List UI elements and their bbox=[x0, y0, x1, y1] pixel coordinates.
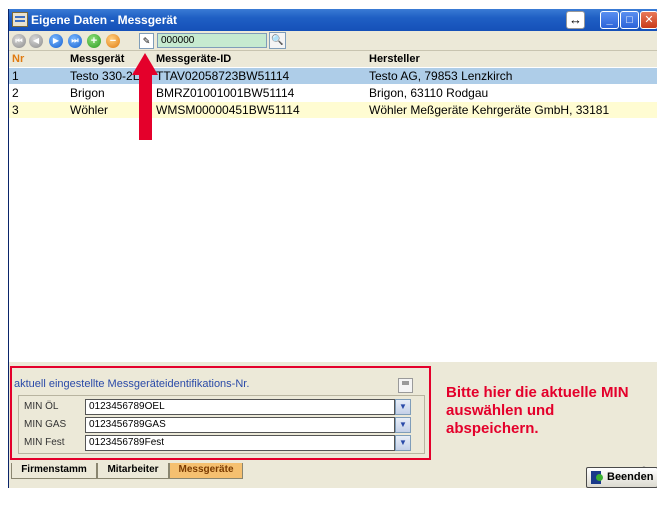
cell-hersteller: Brigon, 63110 Rodgau bbox=[369, 86, 489, 100]
red-arrow-shaft bbox=[139, 75, 152, 140]
cell-messgeraete-id: BMRZ01001001BW51114 bbox=[156, 86, 295, 100]
table-row[interactable]: 3 Wöhler WMSM00000451BW51114 Wöhler Meßg… bbox=[9, 102, 657, 118]
tab-messgeraete[interactable]: Messgeräte bbox=[169, 463, 243, 479]
cell-hersteller: Testo AG, 79853 Lenzkirch bbox=[369, 69, 513, 83]
panel-title: aktuell eingestellte Messgeräteidentifik… bbox=[14, 378, 250, 390]
min-fest-select[interactable]: 0123456789Fest bbox=[85, 435, 395, 451]
app-window: Eigene Daten - Messgerät ↔ _ □ ✕ ⏮ ◀ ▶ ⏭… bbox=[8, 9, 657, 488]
table-row[interactable]: 1 Testo 330-2L TTAV02058723BW51114 Testo… bbox=[9, 68, 657, 84]
min-group: MIN ÖL 0123456789OEL ▼ MIN GAS 012345678… bbox=[18, 395, 425, 454]
exit-icon bbox=[591, 471, 604, 484]
header-nr[interactable]: Nr bbox=[12, 53, 24, 65]
min-row-oel: MIN ÖL 0123456789OEL ▼ bbox=[19, 399, 419, 416]
close-button[interactable]: ✕ bbox=[640, 11, 657, 29]
header-hersteller[interactable]: Hersteller bbox=[369, 53, 420, 65]
min-gas-select[interactable]: 0123456789GAS bbox=[85, 417, 395, 433]
cell-messgeraete-id: WMSM00000451BW51114 bbox=[156, 103, 300, 117]
search-input[interactable]: 000000 bbox=[157, 33, 267, 48]
min-label: MIN GAS bbox=[24, 419, 67, 430]
min-row-gas: MIN GAS 0123456789GAS ▼ bbox=[19, 417, 419, 434]
delete-record-icon[interactable]: − bbox=[106, 34, 120, 48]
cell-nr: 2 bbox=[12, 86, 19, 100]
cell-nr: 1 bbox=[12, 69, 19, 83]
tab-firmenstamm[interactable]: Firmenstamm bbox=[11, 463, 97, 479]
min-oel-select[interactable]: 0123456789OEL bbox=[85, 399, 395, 415]
beenden-label: Beenden bbox=[607, 471, 654, 483]
app-icon bbox=[12, 12, 28, 27]
minimize-button[interactable]: _ bbox=[600, 11, 619, 29]
chevron-down-icon[interactable]: ▼ bbox=[395, 417, 411, 433]
table-row[interactable]: 2 Brigon BMRZ01001001BW51114 Brigon, 631… bbox=[9, 85, 657, 101]
resize-button[interactable]: ↔ bbox=[566, 11, 585, 29]
cell-hersteller: Wöhler Meßgeräte Kehrgeräte GmbH, 33181 bbox=[369, 103, 610, 117]
toolbar: ⏮ ◀ ▶ ⏭ + − ✎ 000000 🔍 bbox=[9, 31, 657, 51]
min-panel: aktuell eingestellte Messgeräteidentifik… bbox=[9, 364, 657, 462]
status-bar bbox=[9, 479, 657, 488]
previous-record-icon[interactable]: ◀ bbox=[29, 34, 43, 48]
header-messgeraete-id[interactable]: Messgeräte-ID bbox=[156, 53, 231, 65]
title-bar: Eigene Daten - Messgerät ↔ _ □ ✕ bbox=[9, 9, 657, 31]
min-highlight-box: aktuell eingestellte Messgeräteidentifik… bbox=[10, 366, 431, 460]
chevron-down-icon[interactable]: ▼ bbox=[395, 435, 411, 451]
last-record-icon[interactable]: ⏭ bbox=[68, 34, 82, 48]
min-row-fest: MIN Fest 0123456789Fest ▼ bbox=[19, 435, 419, 452]
add-record-icon[interactable]: + bbox=[87, 34, 101, 48]
beenden-button[interactable]: Beenden bbox=[586, 467, 657, 488]
next-record-icon[interactable]: ▶ bbox=[49, 34, 63, 48]
edit-record-icon[interactable]: ✎ bbox=[139, 33, 154, 49]
instruction-note: Bitte hier die aktuelle MIN auswählen un… bbox=[446, 384, 629, 437]
cell-messgeraet: Brigon bbox=[70, 86, 105, 100]
min-label: MIN ÖL bbox=[24, 401, 59, 412]
min-label: MIN Fest bbox=[24, 437, 65, 448]
first-record-icon[interactable]: ⏮ bbox=[12, 34, 26, 48]
chevron-down-icon[interactable]: ▼ bbox=[395, 399, 411, 415]
cell-messgeraete-id: TTAV02058723BW51114 bbox=[156, 69, 290, 83]
table-header: Nr Messgerät Messgeräte-ID Hersteller bbox=[9, 52, 657, 67]
device-table: Nr Messgerät Messgeräte-ID Hersteller 1 … bbox=[9, 52, 657, 362]
save-icon[interactable] bbox=[398, 378, 413, 393]
header-messgeraet[interactable]: Messgerät bbox=[70, 53, 124, 65]
cell-messgeraet: Wöhler bbox=[70, 103, 109, 117]
tab-bar: Firmenstamm Mitarbeiter Messgeräte ◁▷ bbox=[9, 463, 657, 479]
window-title: Eigene Daten - Messgerät bbox=[31, 13, 178, 27]
search-icon[interactable]: 🔍 bbox=[269, 32, 286, 49]
cell-nr: 3 bbox=[12, 103, 19, 117]
red-arrow-icon bbox=[132, 53, 158, 75]
maximize-button[interactable]: □ bbox=[620, 11, 639, 29]
tab-mitarbeiter[interactable]: Mitarbeiter bbox=[97, 463, 169, 479]
